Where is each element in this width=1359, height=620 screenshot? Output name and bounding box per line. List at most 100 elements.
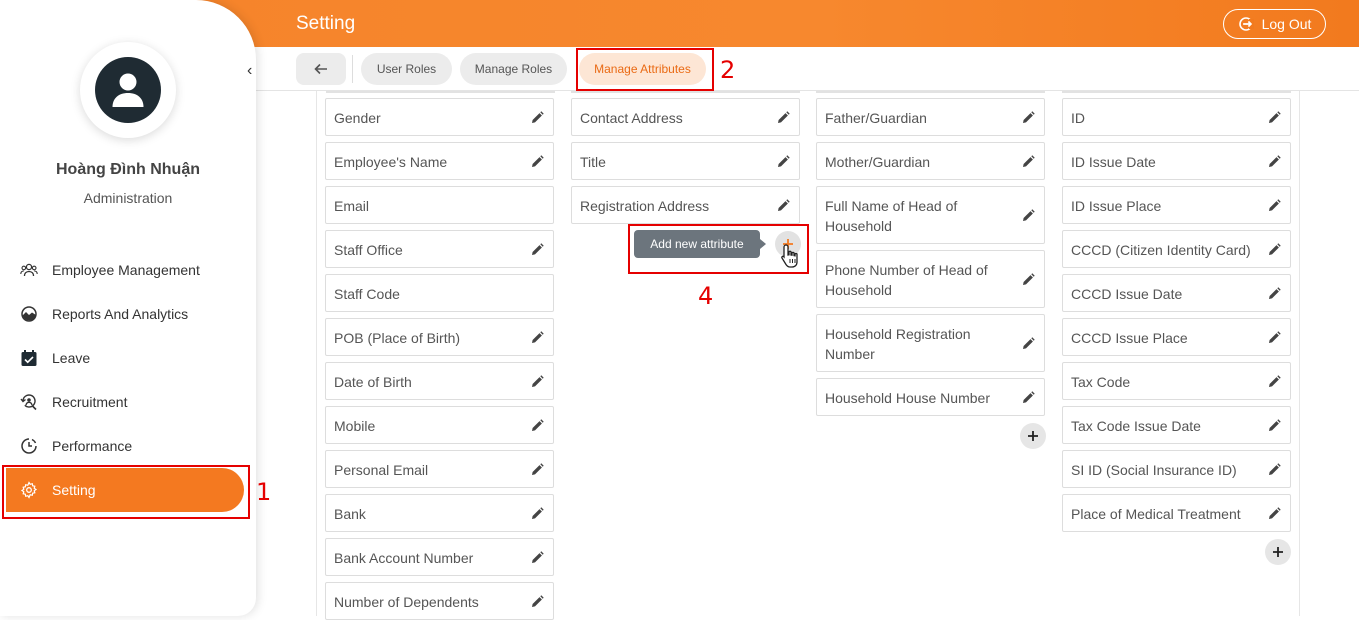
pencil-icon[interactable] <box>1021 110 1035 124</box>
back-button[interactable] <box>296 53 346 85</box>
attribute-label: Number of Dependents <box>334 594 479 610</box>
attribute-field: CCCD Issue Date <box>1062 274 1291 312</box>
attribute-label: Registration Address <box>580 198 710 214</box>
pencil-icon[interactable] <box>1021 272 1035 286</box>
column-divider <box>816 91 1045 93</box>
add-attribute-button-col3[interactable] <box>1020 423 1046 449</box>
pencil-icon[interactable] <box>530 462 544 476</box>
pencil-icon[interactable] <box>1267 110 1281 124</box>
pencil-icon[interactable] <box>776 198 790 212</box>
pencil-icon[interactable] <box>1267 418 1281 432</box>
pencil-icon[interactable] <box>530 242 544 256</box>
attribute-label: Full Name of Head of Household <box>825 198 958 234</box>
pencil-icon[interactable] <box>1267 198 1281 212</box>
attribute-label: ID Issue Date <box>1071 154 1156 170</box>
attribute-label: Contact Address <box>580 110 683 126</box>
pencil-icon[interactable] <box>1267 462 1281 476</box>
clock-chart-icon <box>21 438 37 454</box>
pencil-icon[interactable] <box>1021 336 1035 350</box>
pencil-icon[interactable] <box>530 506 544 520</box>
pencil-icon[interactable] <box>530 154 544 168</box>
sidebar-item-recruitment[interactable]: Recruitment <box>6 380 244 424</box>
pencil-icon[interactable] <box>530 418 544 432</box>
pencil-icon[interactable] <box>530 330 544 344</box>
sidebar-item-label: Employee Management <box>52 262 200 278</box>
pencil-icon[interactable] <box>776 110 790 124</box>
sidebar-item-reports-and-analytics[interactable]: Reports And Analytics <box>6 292 244 336</box>
attribute-label: Staff Code <box>334 286 400 302</box>
attribute-label: Gender <box>334 110 381 126</box>
sidebar-item-label: Leave <box>52 350 91 366</box>
sidebar-item-performance[interactable]: Performance <box>6 424 244 468</box>
recruit-icon <box>20 394 37 411</box>
pencil-icon[interactable] <box>1021 154 1035 168</box>
pencil-icon[interactable] <box>1267 242 1281 256</box>
user-name: Hoàng Đình Nhuận <box>56 161 200 178</box>
attribute-field: Bank <box>325 494 554 532</box>
attribute-label: CCCD Issue Date <box>1071 286 1183 302</box>
attribute-field: Full Name of Head of Household <box>816 186 1045 244</box>
pencil-icon[interactable] <box>530 550 544 564</box>
attribute-label: Household House Number <box>825 390 990 406</box>
collapse-sidebar-icon[interactable]: ‹ <box>247 62 252 80</box>
annotation-number: 4 <box>698 282 714 310</box>
column-divider <box>571 91 800 93</box>
plus-icon <box>1028 431 1038 441</box>
attribute-label: Household Registration Number <box>825 326 971 362</box>
column-divider <box>326 91 555 93</box>
pencil-icon[interactable] <box>1021 390 1035 404</box>
highlight-box-manage-attributes <box>576 48 714 91</box>
users-icon <box>20 263 38 277</box>
attribute-field: Number of Dependents <box>325 582 554 620</box>
attribute-label: Staff Office <box>334 242 403 258</box>
attribute-field: Employee's Name <box>325 142 554 180</box>
tab-user-roles[interactable]: User Roles <box>361 53 452 85</box>
sidebar-item-label: Performance <box>52 438 133 454</box>
avatar <box>80 42 176 138</box>
attribute-label: ID <box>1071 110 1085 126</box>
attribute-field: CCCD Issue Place <box>1062 318 1291 356</box>
attribute-field: Contact Address <box>571 98 800 136</box>
annotation-number: 1 <box>256 478 272 506</box>
pencil-icon[interactable] <box>1267 506 1281 520</box>
attribute-field: Title <box>571 142 800 180</box>
pencil-icon[interactable] <box>1267 154 1281 168</box>
sidebar-item-label: Recruitment <box>52 394 128 410</box>
attribute-field: Household House Number <box>816 378 1045 416</box>
attribute-field: Email <box>325 186 554 224</box>
user-role: Administration <box>83 190 173 206</box>
pencil-icon[interactable] <box>530 594 544 608</box>
sidebar-item-leave[interactable]: Leave <box>6 336 244 380</box>
pencil-icon[interactable] <box>1267 286 1281 300</box>
attribute-label: Tax Code <box>1071 374 1131 390</box>
pencil-icon[interactable] <box>776 154 790 168</box>
attribute-field: Staff Office <box>325 230 554 268</box>
attribute-field: SI ID (Social Insurance ID) <box>1062 450 1291 488</box>
attribute-field: Gender <box>325 98 554 136</box>
attribute-field: Staff Code <box>325 274 554 312</box>
logout-button[interactable]: Log Out <box>1223 9 1326 39</box>
add-attribute-button-col4[interactable] <box>1265 539 1291 565</box>
tab-manage-roles[interactable]: Manage Roles <box>460 53 567 85</box>
pencil-icon[interactable] <box>1267 374 1281 388</box>
pencil-icon[interactable] <box>1267 330 1281 344</box>
sidebar: Hoàng Đình Nhuận Administration Employee… <box>0 0 256 616</box>
attribute-field: ID <box>1062 98 1291 136</box>
attribute-field: CCCD (Citizen Identity Card) <box>1062 230 1291 268</box>
calendar-check-icon <box>21 350 37 366</box>
attribute-field: ID Issue Date <box>1062 142 1291 180</box>
logout-icon <box>1238 17 1254 31</box>
attribute-label: CCCD Issue Place <box>1071 330 1188 346</box>
attribute-field: Mobile <box>325 406 554 444</box>
user-icon <box>112 73 144 107</box>
sidebar-item-employee-management[interactable]: Employee Management <box>6 248 244 292</box>
attribute-label: ID Issue Place <box>1071 198 1162 214</box>
pencil-icon[interactable] <box>530 110 544 124</box>
attribute-label: Email <box>334 198 370 214</box>
pencil-icon[interactable] <box>1021 208 1035 222</box>
attribute-label: Employee's Name <box>334 154 448 170</box>
attribute-label: Mother/Guardian <box>825 154 931 170</box>
highlight-box-setting <box>2 465 250 519</box>
attribute-field: Tax Code <box>1062 362 1291 400</box>
pencil-icon[interactable] <box>530 374 544 388</box>
